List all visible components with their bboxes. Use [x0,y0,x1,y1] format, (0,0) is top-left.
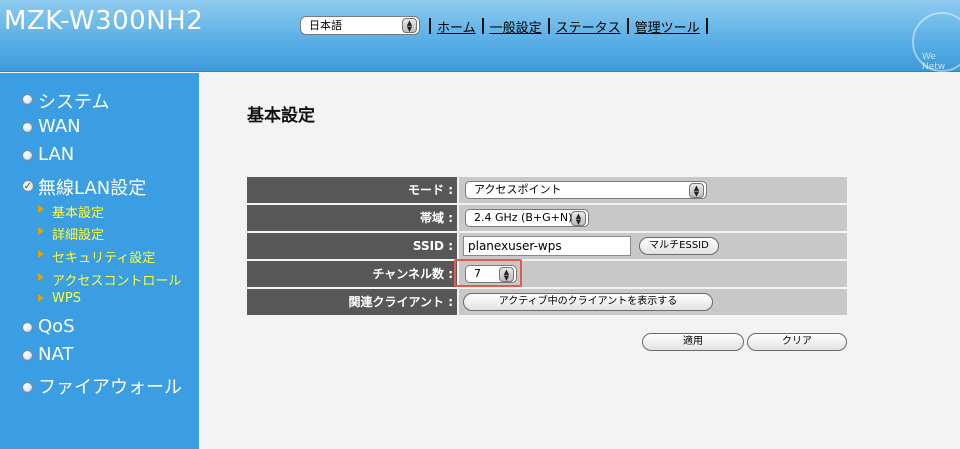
select-arrows-icon: ▲ ▼ [689,183,704,198]
clear-button[interactable]: クリア [747,333,847,351]
associated-clients-value-cell: アクティブ中のクライアントを表示する [459,289,847,315]
arrow-right-icon [38,273,44,281]
nav-divider [429,18,431,34]
sidebar-item-label: QoS [38,316,75,337]
mode-row: モード : アクセスポイント ▲ ▼ [247,177,847,203]
nav-divider [626,18,629,34]
arrow-right-icon [38,294,44,302]
associated-clients-row: 関連クライアント : アクティブ中のクライアントを表示する [247,289,847,315]
sidebar-item-label: 無線LAN設定 [38,178,147,199]
check-icon: ✓ [22,180,34,192]
ssid-label: SSID : [247,233,457,259]
nav-admin-tools-link[interactable]: 管理ツール [635,17,700,36]
channel-row: チャンネル数 : 7 ▲ ▼ [247,261,847,287]
nav-divider [705,18,708,34]
language-select-value: 日本語 [309,19,342,32]
sidebar-subitem-label: アクセスコントロール [52,274,182,289]
sidebar-subitem-label: 基本設定 [52,206,105,221]
channel-label: チャンネル数 : [247,261,457,287]
bullet-icon [22,94,33,105]
bullet-icon [22,122,33,133]
show-active-clients-button[interactable]: アクティブ中のクライアントを表示する [463,293,713,311]
logo-text: We Netw [922,52,946,72]
mode-select[interactable]: アクセスポイント ▲ ▼ [465,181,707,199]
band-value-cell: 2.4 GHz (B+G+N) ▲ ▼ [459,205,847,231]
sidebar-item-label: システム [38,92,110,113]
arrow-right-icon [38,250,44,258]
header-bar: MZK-W300NH2 日本語 ▲ ▼ ホーム 一般設定 ステータス 管理ツール … [0,0,960,72]
language-select[interactable]: 日本語 ▲ ▼ [300,16,420,35]
sidebar-item-label: NAT [38,344,74,365]
mode-label: モード : [247,177,457,203]
select-arrows-icon: ▲ ▼ [402,18,417,33]
band-row: 帯域 : 2.4 GHz (B+G+N) ▲ ▼ [247,205,847,231]
ssid-input[interactable]: planexuser-wps [463,236,631,256]
nav-general-settings-link[interactable]: 一般設定 [490,17,542,36]
ssid-value-cell: planexuser-wps マルチESSID [459,233,847,259]
nav-home-link[interactable]: ホーム [437,17,476,36]
nav-status-link[interactable]: ステータス [556,17,621,36]
sidebar-subitem-label: WPS [52,291,81,306]
bullet-icon [22,150,33,161]
nav-divider [547,18,550,34]
sidebar: システム WAN LAN ✓ 無線LAN設定 基本設定 詳細設定 セキュリティ設… [0,73,199,449]
sidebar-subitem-label: 詳細設定 [52,228,105,243]
multi-essid-button[interactable]: マルチESSID [639,237,719,255]
sidebar-subitem-label: セキュリティ設定 [52,251,156,266]
arrow-right-icon [38,205,44,213]
nav-divider [481,18,484,34]
apply-button[interactable]: 適用 [642,333,744,351]
bullet-icon [22,350,33,361]
band-label: 帯域 : [247,205,457,231]
ssid-row: SSID : planexuser-wps マルチESSID [247,233,847,259]
band-select-value: 2.4 GHz (B+G+N) [474,211,573,224]
band-select[interactable]: 2.4 GHz (B+G+N) ▲ ▼ [465,209,589,227]
bullet-icon [22,322,33,333]
channel-highlight-box [454,259,522,287]
associated-clients-label: 関連クライアント : [247,289,457,315]
sidebar-item-label: ファイアウォール [38,377,182,398]
brand-title: MZK-W300NH2 [4,6,204,36]
sidebar-item-label: LAN [38,144,75,165]
arrow-right-icon [38,227,44,235]
top-nav: ホーム 一般設定 ステータス 管理ツール [423,16,714,36]
mode-select-value: アクセスポイント [474,183,562,196]
page-title: 基本設定 [247,106,315,126]
mode-value-cell: アクセスポイント ▲ ▼ [459,177,847,203]
select-arrows-icon: ▲ ▼ [571,211,586,226]
sidebar-item-label: WAN [38,116,81,137]
